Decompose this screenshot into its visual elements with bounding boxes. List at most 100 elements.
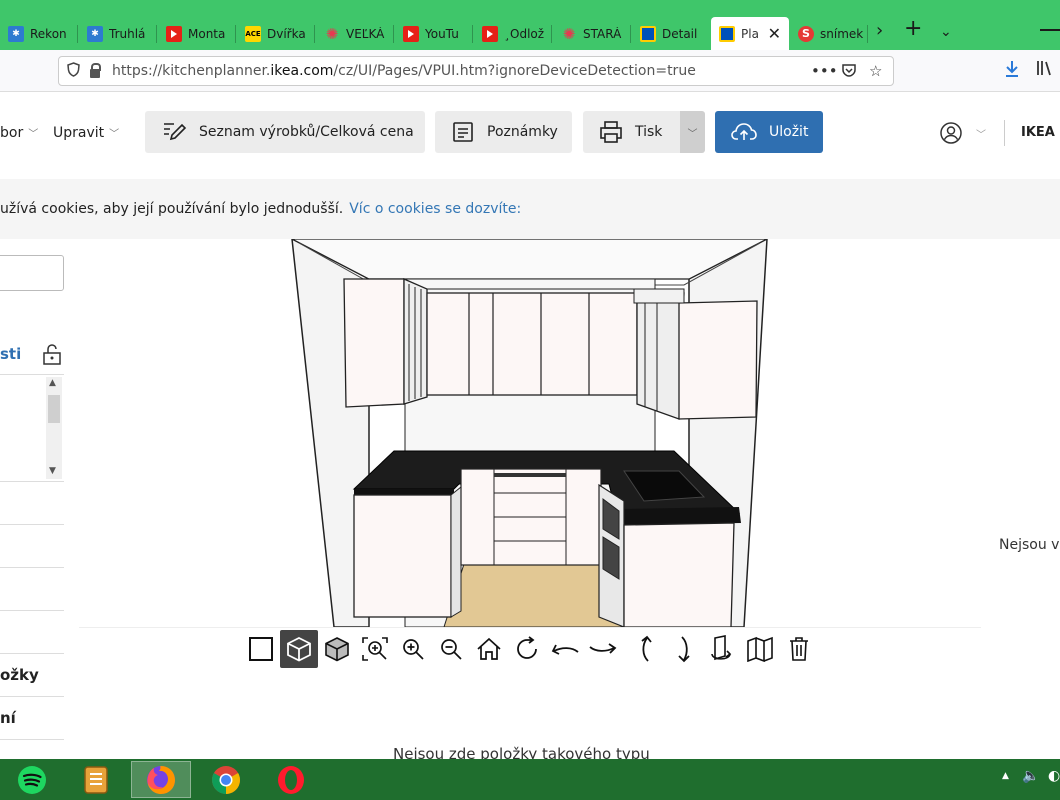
panel-section-label[interactable]: sti (0, 345, 21, 363)
unlock-icon[interactable] (42, 343, 62, 369)
3d-view-icon[interactable] (280, 630, 318, 668)
print-button[interactable]: Tisk (583, 111, 680, 153)
browser-tab[interactable]: ✱ Truhlá (79, 17, 157, 50)
ikea-icon (719, 25, 735, 42)
menu-edit[interactable]: Upravit ﹀ (53, 125, 119, 141)
cookie-info-link[interactable]: Víc o cookies se dozvíte: (349, 201, 521, 217)
sun-icon: ✺ (325, 24, 339, 43)
2d-view-icon[interactable] (243, 630, 279, 668)
scrollbar-thumb[interactable] (48, 395, 60, 423)
browser-tab[interactable]: ✺ STARÁ (553, 17, 631, 50)
3d-wireframe-icon[interactable] (319, 630, 355, 668)
browser-tab[interactable]: ✱ Rekon (0, 17, 78, 50)
browser-tab[interactable]: Ssnímek (790, 17, 868, 50)
spotify-icon[interactable] (2, 761, 62, 798)
walls-icon[interactable] (703, 630, 739, 668)
navigation-bar: https://kitchenplanner.ikea.com/cz/UI/Pa… (0, 50, 1060, 92)
notes-app-icon[interactable] (66, 761, 126, 798)
download-icon[interactable] (1004, 60, 1020, 83)
planner-toolbar: bor ﹀ Upravit ﹀ Seznam výrobků/Celková cen… (0, 93, 1060, 179)
more-actions-icon[interactable]: ••• (811, 62, 838, 80)
list-item[interactable] (0, 611, 64, 654)
firefox-icon[interactable] (131, 761, 191, 798)
browser-tab[interactable]: Monta (158, 17, 236, 50)
tray-expand-icon[interactable]: ▲ (1002, 771, 1009, 781)
list-item[interactable]: ožky (0, 654, 64, 697)
browser-tab[interactable]: ACE Dvířka (237, 17, 315, 50)
sun-icon: ✺ (562, 24, 576, 43)
network-icon[interactable]: ◐ (1048, 768, 1060, 784)
kitchen-3d-render[interactable] (279, 239, 779, 627)
search-input[interactable] (0, 255, 64, 291)
volume-icon[interactable]: 🔈 (1022, 768, 1039, 784)
pan-right-icon[interactable] (585, 630, 621, 668)
chevron-down-icon: ﹀ (687, 128, 698, 140)
right-panel (982, 239, 1060, 759)
notes-button[interactable]: Poznámky (435, 111, 572, 153)
url-bar[interactable]: https://kitchenplanner.ikea.com/cz/UI/Pa… (58, 56, 894, 86)
tab-scroll-right-icon[interactable]: › (876, 20, 883, 41)
minimize-icon[interactable] (1040, 29, 1060, 31)
delete-icon[interactable] (781, 630, 817, 668)
browser-tab[interactable]: ¸Odlož (474, 17, 552, 50)
zoom-out-icon[interactable] (433, 630, 469, 668)
bookmark-star-icon[interactable]: ☆ (869, 62, 882, 80)
tilt-down-icon[interactable] (667, 630, 703, 668)
edit-list-icon (164, 123, 187, 141)
list-item[interactable] (0, 482, 64, 525)
scroll-up-icon[interactable]: ▲ (49, 378, 56, 388)
view-toolbar (79, 627, 981, 671)
menu-partial[interactable]: bor ﹀ (0, 125, 38, 141)
close-tab-icon[interactable]: ✕ (768, 24, 781, 43)
cookie-text: užívá cookies, aby její používání bylo j… (0, 201, 344, 217)
scroll-down-icon[interactable]: ▼ (49, 466, 56, 476)
youtube-icon (166, 25, 182, 42)
pocket-icon[interactable] (841, 62, 857, 82)
browser-tab[interactable]: YouTu (395, 17, 473, 50)
tilt-up-icon[interactable] (629, 630, 665, 668)
url-text[interactable]: https://kitchenplanner.ikea.com/cz/UI/Pa… (112, 63, 696, 79)
user-icon (940, 122, 962, 144)
cookie-notice: užívá cookies, aby její používání bylo j… (0, 179, 1060, 239)
divider (1004, 120, 1005, 146)
notes-icon (453, 122, 473, 142)
os-taskbar (0, 759, 1060, 800)
chevron-down-icon: ﹀ (109, 129, 120, 140)
print-icon (600, 121, 622, 143)
browser-tab-active[interactable]: Pla ✕ (711, 17, 789, 50)
chevron-down-icon: ﹀ (28, 129, 39, 140)
library-icon[interactable] (1036, 59, 1054, 82)
account-menu[interactable]: ﹀ (940, 122, 986, 144)
lock-icon[interactable] (90, 62, 101, 78)
ikea-icon (640, 25, 656, 42)
3d-viewport[interactable] (79, 239, 981, 759)
rotate-icon[interactable] (509, 630, 545, 668)
right-panel-message: Nejsou v (999, 537, 1060, 553)
chrome-icon[interactable] (196, 761, 256, 798)
list-scrollbar[interactable]: ▲ ▼ (46, 377, 62, 479)
youtube-icon (482, 25, 498, 42)
home-view-icon[interactable] (471, 630, 507, 668)
bug-icon: ✱ (8, 25, 24, 42)
zoom-area-icon[interactable] (357, 630, 393, 668)
browser-tab-strip: ✱ Rekon ✱ Truhlá Monta ACE Dvířka ✺ VEĽKÁ Yo… (0, 0, 1060, 50)
list-item[interactable] (0, 568, 64, 611)
print-options-dropdown[interactable]: ﹀ (680, 111, 705, 153)
s-icon: S (798, 25, 814, 42)
tab-list-icon[interactable]: ⌄ (940, 24, 952, 40)
new-tab-icon[interactable]: + (904, 16, 922, 41)
opera-icon[interactable] (261, 761, 321, 798)
pan-left-icon[interactable] (547, 630, 583, 668)
bug-icon: ✱ (87, 25, 103, 42)
list-item[interactable]: ní (0, 697, 64, 740)
zoom-in-icon[interactable] (395, 630, 431, 668)
browser-tab[interactable]: Detail (632, 17, 710, 50)
save-button[interactable]: Uložit (715, 111, 823, 153)
open-walls-icon[interactable] (742, 630, 778, 668)
browser-tab[interactable]: ✺ VEĽKÁ (316, 17, 394, 50)
list-item[interactable] (0, 525, 64, 568)
cloud-upload-icon (731, 123, 757, 140)
shield-icon[interactable] (67, 61, 80, 81)
product-list-button[interactable]: Seznam výrobků/Celková cena (145, 111, 425, 153)
ace-icon: ACE (245, 25, 261, 42)
